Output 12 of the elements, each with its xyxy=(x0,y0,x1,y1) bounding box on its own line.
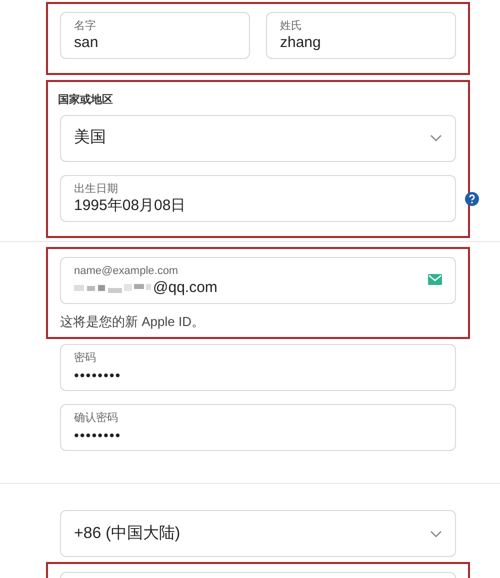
input-field[interactable]: 姓氏 zhang xyxy=(266,12,456,59)
input-field[interactable]: name@example.com @qq.com xyxy=(60,256,456,304)
input-field[interactable]: 密码 •••••••• xyxy=(60,344,456,391)
dropdown[interactable]: +86 (中国大陆) xyxy=(60,510,456,557)
dropdown[interactable]: 美国 xyxy=(60,114,456,162)
chevron-icon xyxy=(430,530,442,538)
section-heading: 国家或地区 xyxy=(58,92,114,108)
help-icon[interactable] xyxy=(465,192,479,206)
helper-text: 这将是您的新 Apple ID。 xyxy=(60,312,206,331)
input-field[interactable]: 名字 san xyxy=(60,12,250,59)
chevron-icon xyxy=(430,134,442,142)
input-field[interactable]: 确认密码 •••••••• xyxy=(60,404,456,451)
